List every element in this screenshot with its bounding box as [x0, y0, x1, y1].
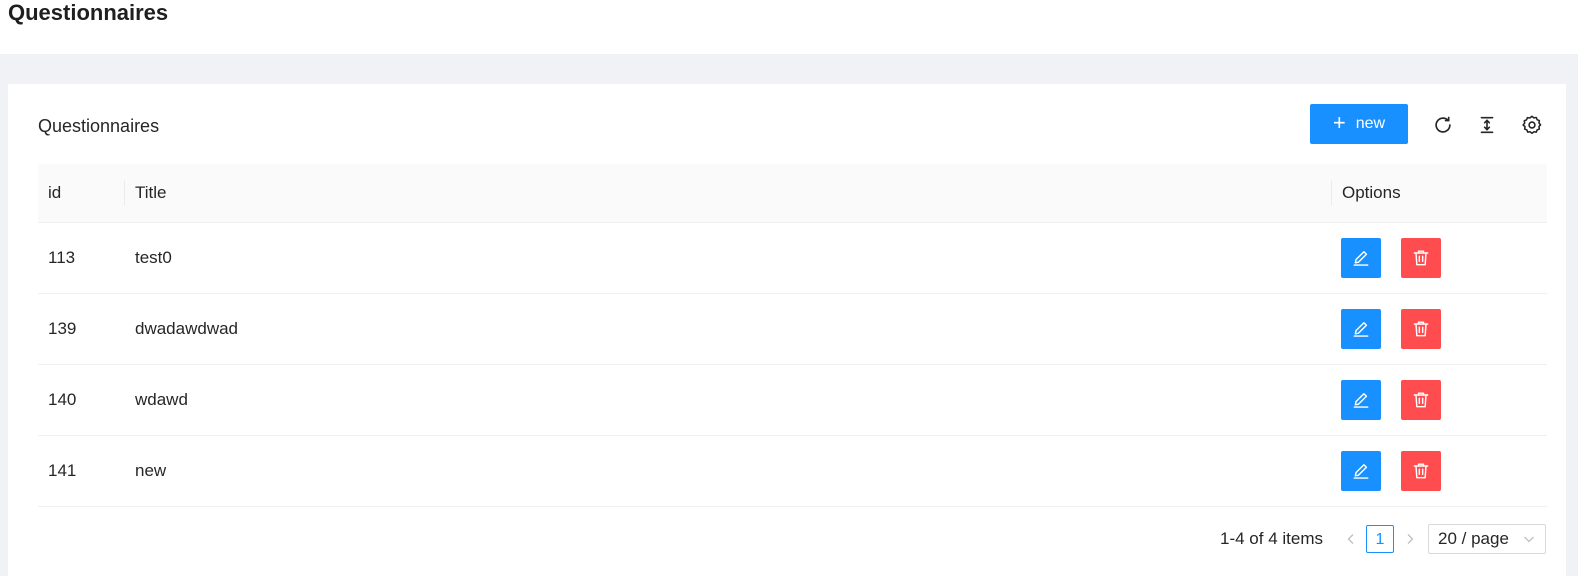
- edit-icon: [1353, 251, 1369, 266]
- plus-icon: +: [1332, 110, 1346, 135]
- column-divider: [124, 180, 125, 206]
- cell-title: dwadawdwad: [135, 319, 239, 338]
- delete-button[interactable]: [1401, 451, 1441, 491]
- edit-button[interactable]: [1341, 451, 1381, 491]
- page-header: Questionnaires: [0, 0, 1578, 54]
- cell-id: 141: [48, 461, 77, 480]
- edit-button[interactable]: [1341, 309, 1381, 349]
- pagination-page-1[interactable]: 1: [1366, 525, 1394, 553]
- pagination-prev-button[interactable]: [1342, 525, 1360, 553]
- new-button[interactable]: + new: [1310, 104, 1408, 144]
- questionnaire-table: id Title Options 113 test0 139 dwadawdwa…: [38, 164, 1547, 507]
- table-row: 139 dwadawdwad: [38, 294, 1547, 365]
- pagination-total: 1-4 of 4 items: [1220, 529, 1323, 548]
- chevron-right-icon: [1407, 534, 1414, 544]
- edit-icon: [1353, 393, 1369, 408]
- reload-icon[interactable]: [1432, 114, 1454, 136]
- chevron-left-icon: [1347, 534, 1354, 544]
- trash-icon: [1413, 321, 1429, 337]
- edit-icon: [1353, 322, 1369, 337]
- page-size-value: 20 / page: [1438, 529, 1509, 548]
- edit-button[interactable]: [1341, 380, 1381, 420]
- table-row: 141 new: [38, 436, 1547, 507]
- table-row: 140 wdawd: [38, 365, 1547, 436]
- page-title: Questionnaires: [8, 0, 169, 25]
- page-size-select[interactable]: 20 / page: [1428, 524, 1546, 554]
- delete-button[interactable]: [1401, 380, 1441, 420]
- cell-title: new: [135, 461, 167, 480]
- card-title: Questionnaires: [38, 116, 160, 136]
- setting-icon[interactable]: [1521, 114, 1543, 136]
- column-height-icon[interactable]: [1476, 114, 1498, 136]
- table-header: id Title Options: [38, 164, 1547, 223]
- edit-icon: [1353, 464, 1369, 479]
- delete-button[interactable]: [1401, 238, 1441, 278]
- new-button-label: new: [1355, 115, 1386, 132]
- column-header-id[interactable]: id: [48, 164, 61, 222]
- edit-button[interactable]: [1341, 238, 1381, 278]
- column-header-title[interactable]: Title: [135, 164, 167, 222]
- trash-icon: [1413, 392, 1429, 408]
- cell-id: 113: [48, 248, 76, 267]
- cell-title: wdawd: [135, 390, 188, 409]
- column-header-options: Options: [1342, 183, 1401, 202]
- cell-id: 139: [48, 319, 77, 338]
- pagination-next-button[interactable]: [1401, 525, 1419, 553]
- cell-id: 140: [48, 390, 77, 409]
- delete-button[interactable]: [1401, 309, 1441, 349]
- column-divider: [1331, 180, 1332, 206]
- table-card: Questionnaires + new id Title Options 11…: [8, 84, 1566, 576]
- cell-title: test0: [135, 248, 172, 267]
- chevron-down-icon: [1524, 536, 1534, 543]
- trash-icon: [1413, 250, 1429, 266]
- table-row: 113 test0: [38, 223, 1547, 294]
- trash-icon: [1413, 463, 1429, 479]
